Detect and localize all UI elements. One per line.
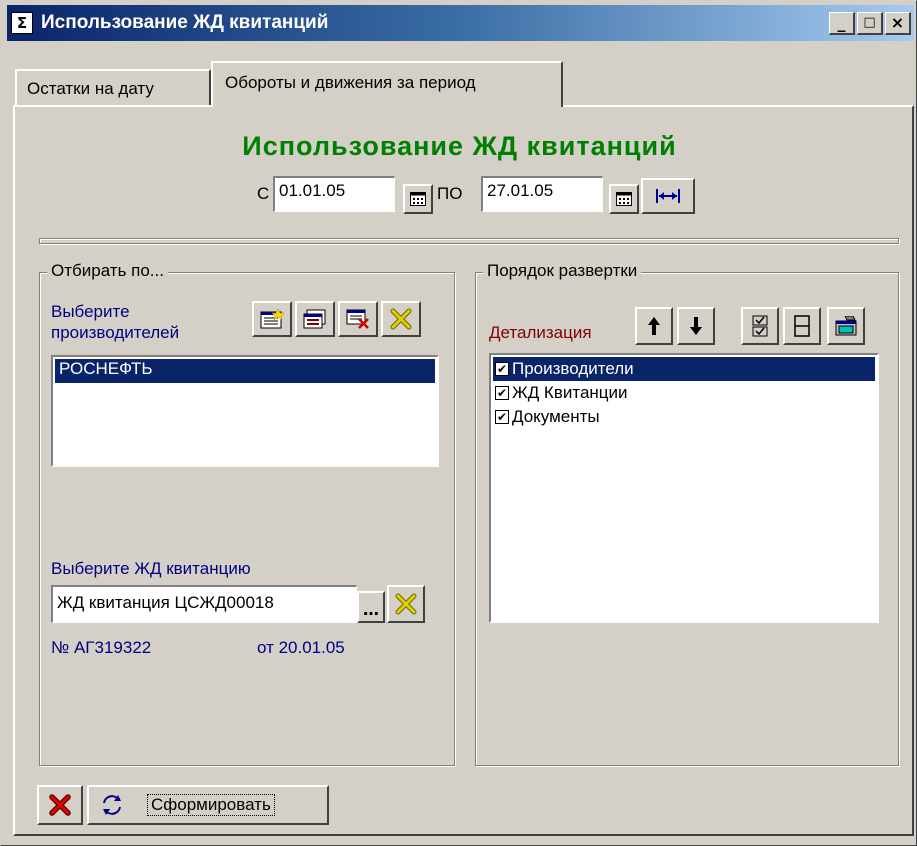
double-arrow-icon: [656, 189, 680, 203]
checklist-icon: [752, 315, 768, 337]
select-producers-button[interactable]: [252, 301, 292, 337]
receipt-label: Выберите ЖД квитанцию: [51, 559, 251, 578]
receipt-date: от 20.01.05: [257, 638, 345, 657]
detail-label: Детализация: [489, 323, 592, 342]
page-heading: Использование ЖД квитанций: [242, 131, 677, 161]
cancel-button[interactable]: [37, 785, 83, 825]
clear-producers-button[interactable]: [381, 301, 421, 337]
clear-x-icon: [395, 593, 417, 615]
refresh-icon: [103, 795, 121, 815]
date-to-label: ПО: [437, 184, 463, 203]
remove-producers-button[interactable]: [338, 301, 378, 337]
separator: [39, 238, 899, 244]
list-item[interactable]: РОСНЕФТЬ: [55, 359, 435, 383]
receipt-input[interactable]: ЖД квитанция ЦСЖД00018: [51, 585, 357, 623]
properties-button[interactable]: [827, 307, 865, 345]
ellipsis-icon: …: [363, 600, 379, 619]
title-bar[interactable]: Σ Использование ЖД квитанций _ □ ×: [7, 5, 914, 41]
list-item[interactable]: ✔ ЖД Квитанции: [493, 381, 875, 405]
list-add-icon: [303, 309, 326, 329]
date-from-label: С: [257, 184, 270, 203]
calendar-from-button[interactable]: [403, 184, 433, 214]
select-all-producers-button[interactable]: [295, 301, 335, 337]
properties-icon: [835, 316, 857, 336]
generate-button-label: Сформировать: [147, 794, 275, 816]
window-title: Использование ЖД квитанций: [41, 12, 329, 33]
list-item-label: Производители: [512, 359, 634, 378]
receipt-browse-button[interactable]: …: [357, 591, 385, 623]
list-item-label: ЖД Квитанции: [512, 383, 628, 402]
tab-balances-on-date[interactable]: Остатки на дату: [15, 69, 211, 105]
app-window: Σ Использование ЖД квитанций _ □ × Остат…: [0, 0, 917, 846]
arrow-down-icon: [690, 317, 702, 335]
list-delete-icon: [346, 309, 369, 329]
move-up-button[interactable]: [635, 307, 673, 345]
minimize-button[interactable]: _: [829, 12, 855, 35]
receipt-clear-button[interactable]: [387, 585, 425, 623]
checkbox[interactable]: ✔: [495, 362, 509, 376]
order-group-caption: Порядок развертки: [483, 261, 642, 281]
calendar-to-button[interactable]: [609, 184, 639, 214]
close-button[interactable]: ×: [885, 12, 911, 35]
detail-list[interactable]: ✔ Производители ✔ ЖД Квитанции ✔ Докумен…: [489, 353, 879, 623]
producers-label: Выберите производителей: [51, 302, 180, 342]
maximize-button[interactable]: □: [857, 12, 883, 35]
split-box-icon: [794, 315, 810, 337]
check-all-button[interactable]: [741, 307, 779, 345]
period-range-button[interactable]: [641, 178, 695, 214]
checkbox[interactable]: ✔: [495, 386, 509, 400]
checkbox[interactable]: ✔: [495, 410, 509, 424]
calendar-icon: [410, 192, 426, 206]
sigma-icon: Σ: [11, 12, 33, 34]
producers-list[interactable]: РОСНЕФТЬ: [51, 355, 439, 467]
filter-group: [39, 272, 455, 766]
move-down-button[interactable]: [677, 307, 715, 345]
red-x-icon: [49, 794, 71, 816]
arrow-up-icon: [648, 317, 660, 335]
date-from-input[interactable]: 01.01.05: [273, 176, 395, 212]
list-select-icon: [260, 309, 284, 329]
generate-button[interactable]: Сформировать: [87, 785, 329, 825]
calendar-icon: [616, 192, 632, 206]
receipt-number: № АГ319322: [51, 638, 152, 657]
tab-turnover-period[interactable]: Обороты и движения за период: [211, 61, 563, 107]
list-item-label: Документы: [512, 407, 600, 426]
date-to-input[interactable]: 27.01.05: [481, 176, 603, 212]
list-item[interactable]: ✔ Производители: [493, 357, 875, 381]
list-item[interactable]: ✔ Документы: [493, 405, 875, 429]
clear-x-icon: [390, 308, 412, 330]
uncheck-all-button[interactable]: [783, 307, 821, 345]
filter-group-caption: Отбирать по...: [47, 261, 168, 281]
